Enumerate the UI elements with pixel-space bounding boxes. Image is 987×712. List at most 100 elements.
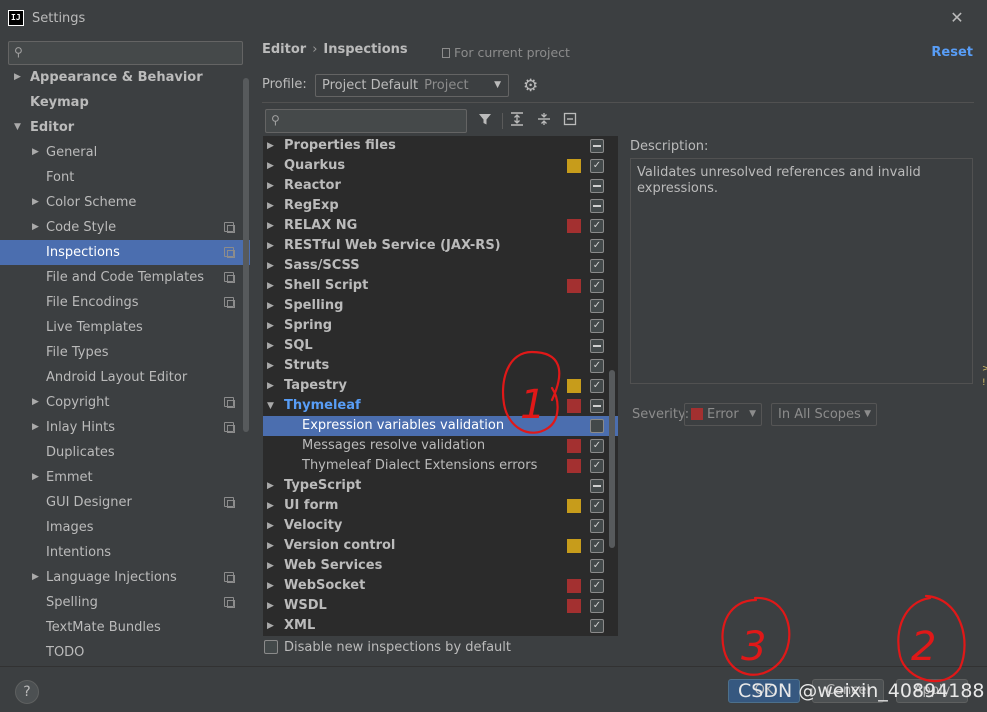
chevron-right-icon[interactable]: ▶ bbox=[267, 276, 274, 296]
inspection-group-row[interactable]: ▶ RELAX NG ✓ bbox=[263, 216, 618, 236]
inspection-group-row[interactable]: ▶ Tapestry ✓ bbox=[263, 376, 618, 396]
inspection-checkbox[interactable]: ✓ bbox=[590, 459, 604, 473]
inspection-checkbox[interactable]: ✓ bbox=[590, 599, 604, 613]
inspection-group-row[interactable]: ▶ WebSocket ✓ bbox=[263, 576, 618, 596]
chevron-right-icon[interactable]: ▶ bbox=[267, 596, 274, 616]
sidebar-item[interactable]: Spelling bbox=[0, 590, 250, 615]
sidebar-item[interactable]: Images bbox=[0, 515, 250, 540]
chevron-right-icon[interactable]: ▶ bbox=[267, 516, 274, 536]
chevron-right-icon[interactable]: ▶ bbox=[267, 556, 274, 576]
sidebar-item[interactable]: Inspections bbox=[0, 240, 250, 265]
inspection-checkbox[interactable]: ✓ bbox=[590, 559, 604, 573]
sidebar-item[interactable]: GUI Designer bbox=[0, 490, 250, 515]
sidebar-item[interactable]: TODO bbox=[0, 640, 250, 665]
chevron-right-icon[interactable]: ▶ bbox=[267, 196, 274, 216]
chevron-down-icon[interactable]: ▼ bbox=[14, 115, 21, 140]
sidebar-item[interactable]: TextMate Bundles bbox=[0, 615, 250, 640]
collapse-all-icon[interactable] bbox=[535, 112, 553, 130]
close-icon[interactable]: ✕ bbox=[947, 8, 967, 28]
inspection-checkbox[interactable]: ✓ bbox=[590, 159, 604, 173]
sidebar-scrollbar[interactable] bbox=[243, 78, 249, 432]
inspection-checkbox[interactable]: ✓ bbox=[590, 579, 604, 593]
sidebar-item[interactable]: ▶ Copyright bbox=[0, 390, 250, 415]
inspection-checkbox[interactable]: ✓ bbox=[590, 279, 604, 293]
chevron-right-icon[interactable]: ▶ bbox=[32, 390, 39, 415]
sidebar-item[interactable]: File and Code Templates bbox=[0, 265, 250, 290]
scope-dropdown[interactable]: In All Scopes ▼ bbox=[771, 403, 877, 426]
inspection-checkbox[interactable]: ✓ bbox=[590, 519, 604, 533]
sidebar-item[interactable]: File Types bbox=[0, 340, 250, 365]
inspection-group-row[interactable]: ▶ Spelling ✓ bbox=[263, 296, 618, 316]
profile-dropdown[interactable]: Project Default Project ▼ bbox=[315, 74, 509, 97]
inspection-checkbox[interactable]: ✓ bbox=[590, 359, 604, 373]
inspection-checkbox[interactable]: ✓ bbox=[590, 379, 604, 393]
inspection-row[interactable]: Messages resolve validation ✓ bbox=[263, 436, 618, 456]
sidebar-item[interactable]: Font bbox=[0, 165, 250, 190]
chevron-right-icon[interactable]: ▶ bbox=[267, 236, 274, 256]
inspection-group-row[interactable]: ▶ UI form ✓ bbox=[263, 496, 618, 516]
severity-dropdown[interactable]: Error ▼ bbox=[684, 403, 762, 426]
sidebar-item[interactable]: ▶ Inlay Hints bbox=[0, 415, 250, 440]
checkbox[interactable] bbox=[264, 640, 278, 654]
sidebar-item[interactable]: Live Templates bbox=[0, 315, 250, 340]
chevron-right-icon[interactable]: ▶ bbox=[32, 415, 39, 440]
chevron-down-icon[interactable]: ▼ bbox=[267, 396, 274, 416]
inspection-group-row[interactable]: ▶ Spring ✓ bbox=[263, 316, 618, 336]
inspection-group-row[interactable]: ▶ Struts ✓ bbox=[263, 356, 618, 376]
sidebar-item[interactable]: Intentions bbox=[0, 540, 250, 565]
inspection-group-row[interactable]: ▶ RESTful Web Service (JAX-RS) ✓ bbox=[263, 236, 618, 256]
inspection-checkbox[interactable] bbox=[590, 399, 604, 413]
inspection-checkbox[interactable]: ✓ bbox=[590, 499, 604, 513]
filter-icon[interactable] bbox=[476, 112, 494, 130]
inspection-group-row[interactable]: ▶ Shell Script ✓ bbox=[263, 276, 618, 296]
inspection-group-row[interactable]: ▶ WSDL ✓ bbox=[263, 596, 618, 616]
inspection-checkbox[interactable] bbox=[590, 199, 604, 213]
inspection-group-row[interactable]: ▶ Sass/SCSS ✓ bbox=[263, 256, 618, 276]
chevron-right-icon[interactable]: ▶ bbox=[267, 216, 274, 236]
chevron-right-icon[interactable]: ▶ bbox=[267, 316, 274, 336]
inspection-group-row[interactable]: ▶ TypeScript bbox=[263, 476, 618, 496]
settings-search-input[interactable]: ⚲ bbox=[8, 41, 243, 65]
inspection-checkbox[interactable] bbox=[590, 139, 604, 153]
chevron-right-icon[interactable]: ▶ bbox=[267, 476, 274, 496]
disable-new-inspections-checkbox[interactable]: Disable new inspections by default bbox=[264, 640, 511, 656]
expand-all-icon[interactable] bbox=[508, 112, 526, 130]
inspection-checkbox[interactable] bbox=[590, 339, 604, 353]
sidebar-item[interactable]: ▶ General bbox=[0, 140, 250, 165]
inspection-checkbox[interactable] bbox=[590, 479, 604, 493]
chevron-right-icon[interactable]: ▶ bbox=[32, 215, 39, 240]
sidebar-item[interactable]: File Encodings bbox=[0, 290, 250, 315]
chevron-right-icon[interactable]: ▶ bbox=[267, 576, 274, 596]
tree-scrollbar[interactable] bbox=[609, 370, 615, 548]
chevron-right-icon[interactable]: ▶ bbox=[267, 136, 274, 156]
sidebar-item[interactable]: ▼ Editor bbox=[0, 115, 250, 140]
chevron-right-icon[interactable]: ▶ bbox=[267, 256, 274, 276]
reset-to-default-icon[interactable] bbox=[561, 112, 579, 130]
inspection-search-input[interactable]: ⚲ bbox=[265, 109, 467, 133]
inspection-checkbox[interactable]: ✓ bbox=[590, 319, 604, 333]
inspection-group-row[interactable]: ▶ XML ✓ bbox=[263, 616, 618, 636]
inspection-group-row[interactable]: ▶ Web Services ✓ bbox=[263, 556, 618, 576]
sidebar-item[interactable]: ▶ Color Scheme bbox=[0, 190, 250, 215]
inspection-group-row[interactable]: ▶ RegExp bbox=[263, 196, 618, 216]
chevron-right-icon[interactable]: ▶ bbox=[32, 465, 39, 490]
inspection-group-row[interactable]: ▶ Version control ✓ bbox=[263, 536, 618, 556]
inspection-checkbox[interactable]: ✓ bbox=[590, 259, 604, 273]
inspection-checkbox[interactable]: ✓ bbox=[590, 619, 604, 633]
sidebar-item[interactable]: Keymap bbox=[0, 90, 250, 115]
inspection-checkbox[interactable] bbox=[590, 419, 604, 433]
inspection-checkbox[interactable]: ✓ bbox=[590, 219, 604, 233]
sidebar-item[interactable]: ▶ Appearance & Behavior bbox=[0, 65, 250, 90]
sidebar-item[interactable]: ▶ Emmet bbox=[0, 465, 250, 490]
chevron-right-icon[interactable]: ▶ bbox=[267, 376, 274, 396]
chevron-right-icon[interactable]: ▶ bbox=[32, 190, 39, 215]
chevron-right-icon[interactable]: ▶ bbox=[267, 156, 274, 176]
gear-icon[interactable]: ⚙ bbox=[523, 76, 538, 96]
inspection-group-row[interactable]: ▶ SQL bbox=[263, 336, 618, 356]
sidebar-item[interactable]: ▶ Code Style bbox=[0, 215, 250, 240]
help-icon[interactable]: ? bbox=[15, 680, 39, 704]
inspection-group-row[interactable]: ▶ Properties files bbox=[263, 136, 618, 156]
chevron-right-icon[interactable]: ▶ bbox=[267, 496, 274, 516]
chevron-right-icon[interactable]: ▶ bbox=[267, 336, 274, 356]
chevron-right-icon[interactable]: ▶ bbox=[267, 296, 274, 316]
